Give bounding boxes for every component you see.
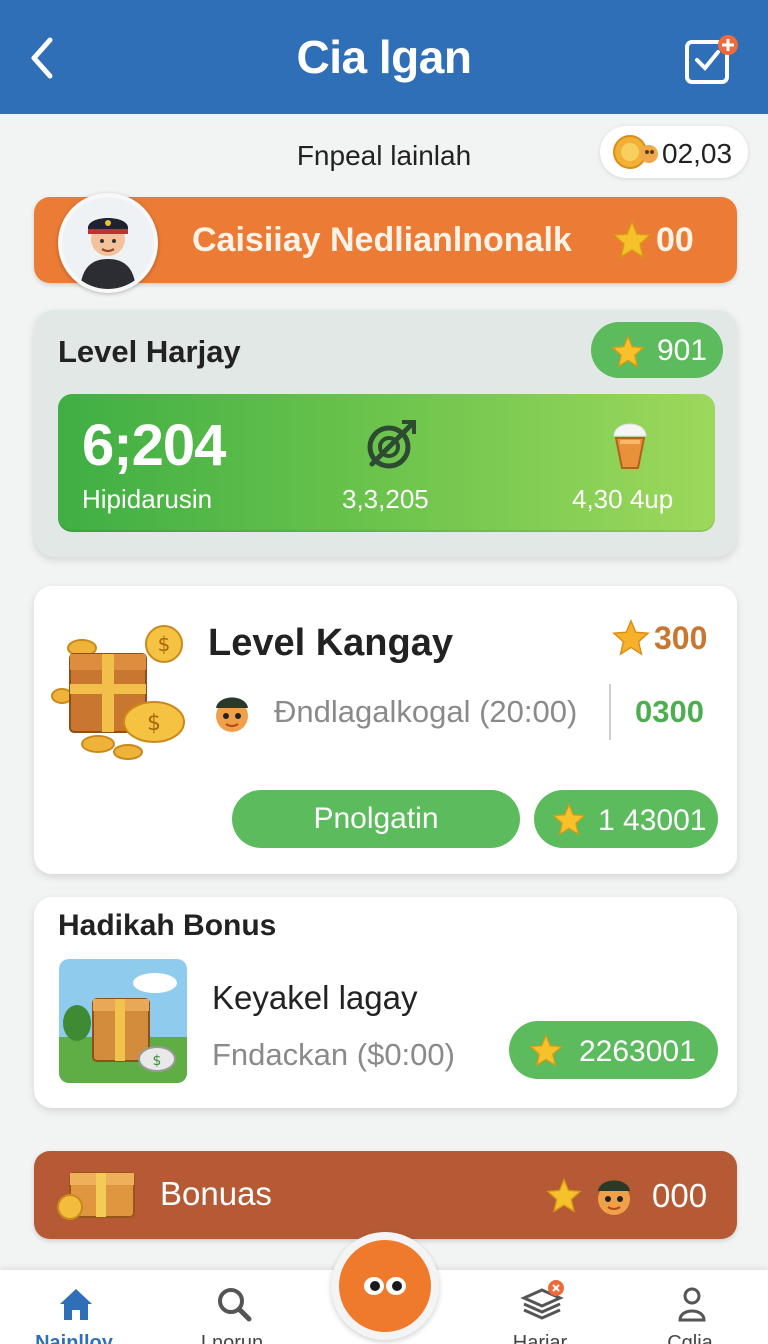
quest-action-button[interactable]: Pnolgatin: [232, 790, 520, 848]
eyes-icon: [364, 1277, 406, 1295]
level-progress-panel: 6;204 Hipidarusin 3,3,205 4,30 4up: [58, 394, 715, 532]
treasure-chest-icon: $ $: [51, 625, 185, 760]
nav-item-profile[interactable]: Cglia: [630, 1270, 750, 1344]
nav-label: Cglia: [667, 1332, 713, 1344]
level-stars-value: 901: [657, 334, 708, 367]
level-card: Level Harjay 901 6;204 Hipidarusin 3,3,2…: [34, 310, 737, 557]
nav-item-search[interactable]: Lnorun: [172, 1270, 292, 1344]
quest-subtitle: Ðndlagalkogal (20:00): [274, 694, 578, 729]
bonus-card[interactable]: Hadikah Bonus $ Keyakel lagay Fndackan (…: [34, 897, 737, 1108]
center-action-button[interactable]: [331, 1232, 439, 1340]
svg-text:$: $: [153, 1053, 162, 1069]
layers-icon: [520, 1280, 564, 1320]
tasks-button[interactable]: [684, 34, 740, 86]
bonus-item-name: Keyakel lagay: [212, 979, 418, 1016]
star-icon: [612, 220, 652, 259]
star-icon: [529, 1033, 563, 1067]
bonus-bar[interactable]: Bonuas 000: [34, 1151, 737, 1239]
star-icon: [611, 334, 645, 368]
mascot-icon: [598, 1180, 630, 1215]
quest-title: Level Kangay: [208, 622, 453, 664]
svg-text:$: $: [158, 632, 171, 656]
coin-icon: [613, 135, 658, 169]
level-title: Level Harjay: [58, 334, 241, 369]
top-app-bar: Cia lgan: [0, 0, 768, 114]
star-icon: [612, 618, 650, 656]
quest-card[interactable]: $ $ Level Kangay 300 Ðndlagalkogal (20:0…: [34, 586, 737, 874]
level-main-label: Hipidarusin: [82, 484, 213, 514]
level-main-value: 6;204: [82, 413, 226, 478]
bonus-reward-pill[interactable]: 2263001: [509, 1021, 718, 1079]
star-icon: [552, 802, 586, 836]
nav-label: Hariar: [512, 1332, 568, 1344]
nav-item-layers[interactable]: Hariar: [480, 1270, 600, 1344]
bonus-item-image: $: [59, 959, 187, 1083]
fab-face: [339, 1240, 431, 1332]
officer-avatar-icon: [62, 197, 154, 289]
bonus-section-title: Hadikah Bonus: [58, 909, 277, 942]
treasure-chest-icon: [57, 1172, 135, 1220]
treasure-landscape-icon: $: [59, 959, 187, 1083]
page-title: Cia lgan: [296, 31, 472, 83]
level-stars-pill[interactable]: 901: [591, 322, 723, 378]
person-icon: [678, 1287, 706, 1322]
banner-star-count: 00: [656, 221, 694, 259]
crosshair-target-icon: [367, 420, 416, 469]
bonus-reward-value: 2263001: [579, 1035, 696, 1068]
banner-title: Caisiiay Nedlianlnonalk: [192, 221, 572, 259]
quest-reward-pill[interactable]: 1 43001: [534, 790, 718, 848]
search-icon: [218, 1288, 252, 1322]
level-right-value: 4,30 4up: [572, 484, 674, 514]
bonus-item-subtitle: Fndackan ($0:00): [212, 1037, 455, 1072]
bonus-bar-value: 000: [652, 1177, 708, 1214]
nav-label: Lnorun: [200, 1332, 264, 1344]
divider: [609, 684, 611, 740]
clipboard-check-icon: [685, 35, 738, 84]
bonus-bar-label: Bonuas: [160, 1175, 272, 1212]
nav-item-home[interactable]: Nainlloy: [14, 1270, 134, 1344]
level-mid-value: 3,3,205: [342, 484, 429, 514]
lamp-icon: [613, 423, 647, 469]
quest-reward-value: 1 43001: [598, 804, 707, 837]
coin-balance-pill[interactable]: 02,03: [600, 126, 748, 178]
coin-balance-value: 02,03: [662, 138, 733, 169]
quest-green-value: 0300: [635, 694, 704, 729]
quest-stars-value: 300: [654, 620, 708, 656]
avatar[interactable]: [58, 193, 158, 293]
mascot-icon: [216, 697, 248, 732]
nav-label: Nainlloy: [35, 1332, 113, 1344]
star-icon: [546, 1177, 582, 1213]
svg-text:$: $: [147, 711, 161, 736]
home-icon: [60, 1289, 92, 1320]
